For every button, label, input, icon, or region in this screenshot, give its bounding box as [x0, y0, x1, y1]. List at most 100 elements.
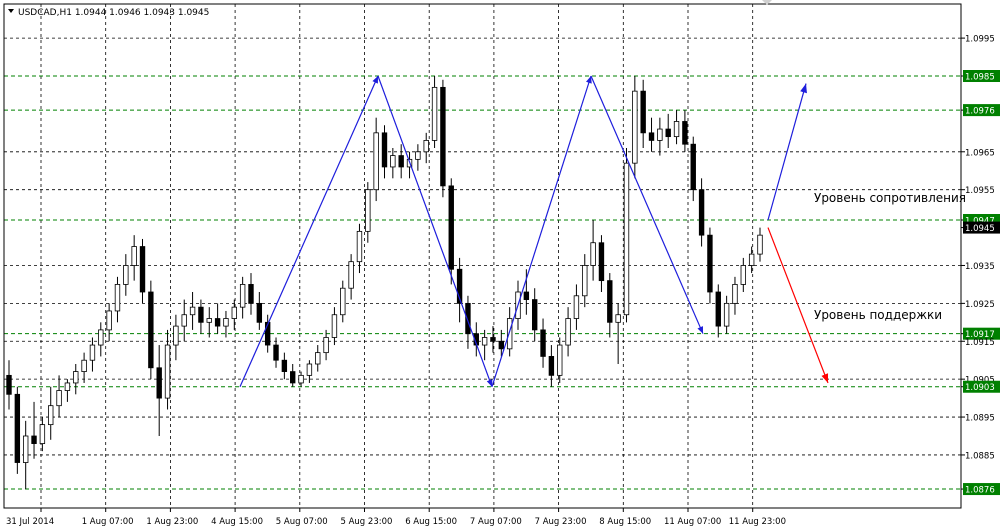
candle-body	[431, 86, 438, 141]
candle-body	[131, 246, 137, 266]
resistance-label: Уровень сопротивления	[814, 191, 966, 205]
candle-body	[256, 302, 263, 323]
candle-body	[89, 344, 96, 361]
candle-body	[148, 291, 154, 369]
candle-body	[323, 337, 329, 354]
candle-body	[673, 121, 680, 138]
candle-body	[623, 162, 630, 316]
candle-body	[64, 382, 71, 391]
candle-body	[740, 265, 747, 285]
candle	[707, 227, 713, 304]
time-tick-label: 31 Jul 2014	[6, 517, 54, 527]
candle-body	[506, 318, 513, 350]
candle-body	[181, 314, 187, 327]
candle	[623, 148, 630, 323]
candle-body	[98, 329, 104, 346]
candle-body	[415, 151, 421, 160]
price-tick-label: 1.0876	[965, 486, 995, 496]
price-tick-label: 1.0935	[965, 262, 995, 272]
candle-body	[548, 356, 555, 376]
candle-body	[73, 371, 79, 384]
candle-body	[381, 132, 388, 168]
candle-body	[540, 329, 546, 357]
candle-body	[198, 306, 204, 323]
candle-body	[632, 90, 638, 164]
candle-body	[565, 318, 571, 346]
candle-body	[423, 140, 429, 153]
candle-body	[757, 234, 763, 255]
candle-body	[298, 374, 304, 384]
candle-body	[557, 344, 563, 376]
price-tick-label: 1.0915	[965, 338, 995, 348]
price-tick-label: 1.0945	[965, 224, 995, 234]
time-tick-label: 8 Aug 15:00	[599, 517, 651, 527]
candle-body	[189, 306, 196, 316]
candle-body	[682, 121, 688, 145]
candle-body	[448, 185, 454, 270]
candle-body	[365, 189, 371, 232]
price-tick-label: 1.0985	[965, 73, 995, 83]
time-tick-label: 6 Aug 15:00	[405, 517, 457, 527]
time-tick-label: 5 Aug 23:00	[341, 517, 393, 527]
candle	[448, 178, 454, 285]
candle	[148, 280, 154, 380]
price-tick-label: 1.0955	[965, 186, 995, 196]
candle-body	[690, 143, 696, 191]
candle-body	[707, 234, 713, 293]
candle-body	[290, 371, 296, 384]
candle-body	[582, 265, 588, 297]
candle-body	[48, 405, 54, 426]
symbol-quote-header: USDCAD,H1 1.0944 1.0946 1.0943 1.0945	[18, 8, 209, 18]
candle-body	[173, 325, 179, 346]
candle-body	[22, 435, 29, 463]
candle-body	[156, 367, 162, 399]
time-tick-label: 11 Aug 23:00	[729, 517, 786, 527]
price-tick-label: 1.0895	[965, 414, 995, 424]
price-tick-label: 1.0903	[965, 383, 995, 393]
time-tick-label: 4 Aug 15:00	[211, 517, 263, 527]
candle-body	[523, 291, 530, 300]
candle-body	[6, 374, 12, 395]
candle-body	[657, 128, 663, 141]
price-tick-label: 1.0965	[965, 148, 995, 158]
candle-body	[139, 246, 146, 293]
candle-body	[281, 359, 288, 372]
candle-body	[498, 340, 505, 350]
candle-body	[398, 155, 404, 168]
price-tick-label: 1.0925	[965, 300, 995, 310]
candle	[440, 79, 446, 198]
price-tick-label: 1.0885	[965, 451, 995, 461]
candle-body	[481, 337, 488, 346]
price-chart[interactable]: 1.09951.09851.09761.09651.09551.09471.09…	[0, 0, 1003, 530]
chart-background	[0, 0, 1003, 530]
candle-body	[390, 155, 396, 168]
candle-body	[14, 393, 21, 463]
candle	[14, 386, 21, 474]
candle-body	[698, 189, 705, 236]
time-tick-label: 1 Aug 23:00	[146, 517, 198, 527]
candle-body	[615, 314, 621, 323]
candle-body	[440, 86, 446, 187]
candle-body	[106, 310, 112, 331]
candle-body	[723, 302, 730, 327]
candle-body	[373, 132, 379, 191]
candle-body	[748, 253, 755, 266]
candle-body	[340, 287, 346, 316]
candle-body	[56, 390, 62, 407]
candle-body	[598, 242, 605, 282]
candle-body	[248, 284, 254, 304]
candle-body	[732, 284, 738, 304]
candle-body	[590, 242, 596, 266]
time-tick-label: 5 Aug 07:00	[276, 517, 328, 527]
candle-body	[315, 352, 321, 365]
candle-body	[348, 261, 354, 289]
time-tick-label: 7 Aug 07:00	[470, 517, 522, 527]
candle-body	[239, 284, 246, 308]
candle-body	[114, 284, 121, 312]
candle-body	[648, 132, 655, 141]
time-tick-label: 1 Aug 07:00	[82, 517, 134, 527]
candle-body	[123, 265, 129, 285]
candle-body	[206, 318, 212, 323]
candle-body	[532, 299, 538, 331]
candle-body	[273, 344, 279, 361]
